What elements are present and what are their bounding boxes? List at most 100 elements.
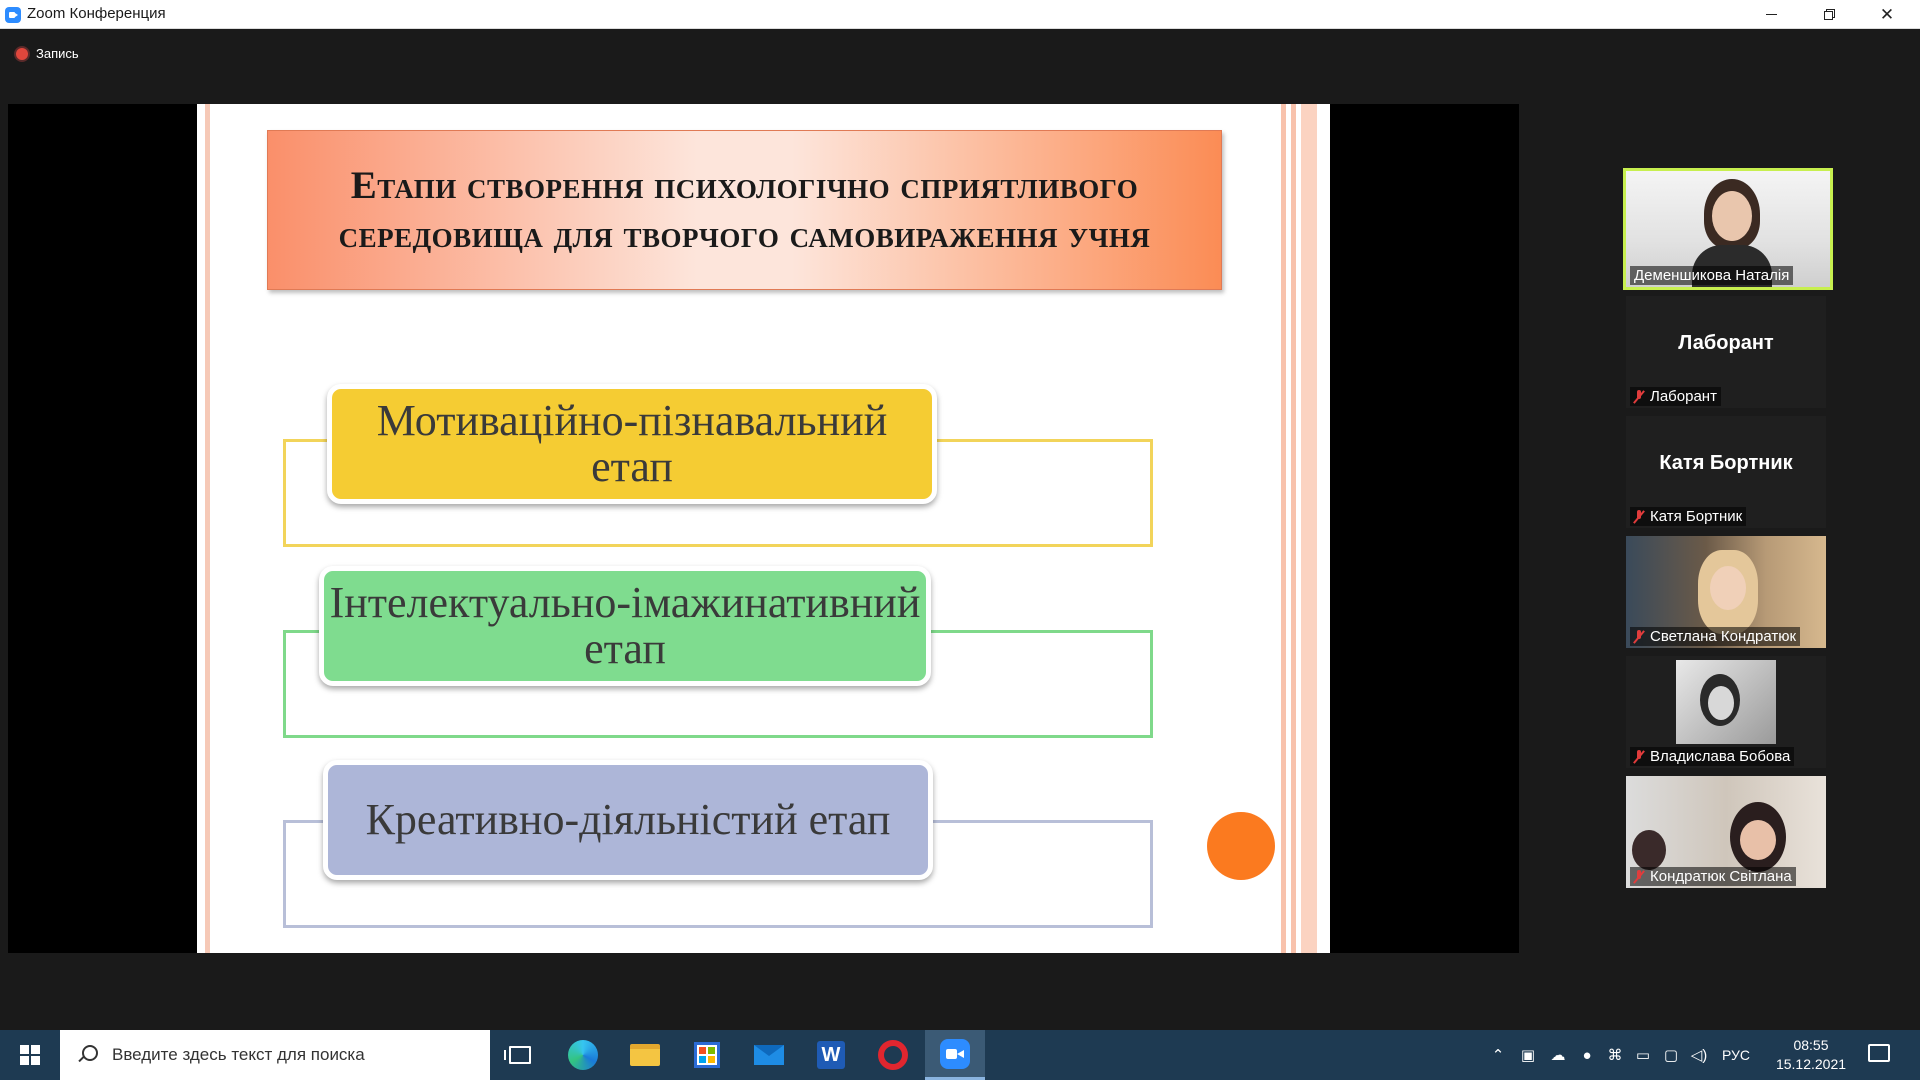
stage-label: Інтелектуально-імажинативний етап [329,578,921,673]
mic-muted-icon [1634,389,1644,404]
opera-icon [878,1040,908,1070]
stage-box-intellectual: Інтелектуально-імажинативний етап [319,566,931,686]
battery-button[interactable]: ▭ [1630,1030,1656,1080]
restore-button[interactable] [1800,0,1858,29]
participant-avatar-name: Лаборант [1678,332,1774,354]
mic-muted-icon [1634,869,1644,884]
participant-tile[interactable]: Лаборант Лаборант [1626,296,1826,408]
restore-icon [1823,9,1835,20]
participant-video [1710,566,1746,610]
show-hidden-icons-button[interactable]: ⌃ [1486,1030,1510,1080]
participant-name-label: Кондратюк Світлана [1630,867,1796,886]
participant-video [1712,191,1752,241]
participant-name-label: Катя Бортник [1630,507,1747,526]
meet-now-button[interactable]: ▣ [1515,1030,1541,1080]
search-icon [76,1044,98,1066]
decorative-circle [1207,812,1275,880]
slide-right-stripe [1301,104,1317,953]
language-indicator[interactable]: РУС [1718,1030,1754,1080]
participant-video [1632,830,1666,870]
shared-screen: Етапи створення психологічно сприятливог… [8,104,1519,953]
taskbar-search[interactable] [60,1030,490,1080]
task-view-button[interactable] [490,1030,550,1080]
windows-taskbar: W ⌃ ▣ ☁ ● ⌘ ▭ ▢ ◁) РУС 08:55 15.12.2021 [0,1030,1920,1080]
participant-name: Лаборант [1650,388,1717,405]
presentation-slide: Етапи створення психологічно сприятливог… [197,104,1330,953]
mic-muted-icon [1634,509,1644,524]
participant-video [1708,686,1734,720]
close-button[interactable]: ✕ [1858,0,1916,29]
notification-center-icon[interactable] [1868,1044,1890,1062]
network-button[interactable]: ⌘ [1602,1030,1628,1080]
start-button[interactable] [0,1030,60,1080]
mail-icon [754,1045,784,1065]
display-button[interactable]: ▢ [1658,1030,1684,1080]
file-explorer-button[interactable] [615,1030,675,1080]
volume-button[interactable]: ◁) [1686,1030,1712,1080]
minimize-icon [1765,14,1777,15]
edge-button[interactable] [553,1030,613,1080]
participant-avatar-name: Катя Бортник [1659,452,1793,474]
zoom-taskbar-button[interactable] [925,1030,985,1080]
participant-name: Деменшикова Наталія [1634,267,1790,284]
stage-label: Креативно-діяльністий етап [365,795,891,844]
slide-title-box: Етапи створення психологічно сприятливог… [267,130,1222,290]
zoom-app-icon [5,7,21,23]
window-title: Zoom Конференция [27,5,166,22]
mic-muted-icon [1634,749,1644,764]
participant-tile[interactable]: Кондратюк Світлана [1626,776,1826,888]
participant-name: Кондратюк Світлана [1650,868,1792,885]
chevron-up-icon: ⌃ [1491,1047,1505,1064]
speaker-icon: ◁) [1690,1047,1708,1064]
mail-button[interactable] [739,1030,799,1080]
slide-left-stripe [205,104,210,953]
search-input[interactable] [112,1045,472,1065]
recording-indicator[interactable]: Запись [16,46,79,61]
opera-button[interactable] [863,1030,923,1080]
language-label: РУС [1721,1047,1751,1063]
slide-title: Етапи створення психологічно сприятливог… [338,164,1151,256]
participant-tile[interactable]: Катя Бортник Катя Бортник [1626,416,1826,528]
slide-right-stripe [1281,104,1286,953]
participant-name-label: Лаборант [1630,387,1721,406]
stage-box-motivational: Мотиваційно-пізнавальний етап [327,384,937,504]
close-icon: ✕ [1879,4,1895,24]
onedrive-button[interactable]: ☁ [1544,1030,1572,1080]
participant-tile[interactable]: Владислава Бобова [1626,656,1826,768]
windows-logo-icon [20,1045,40,1065]
store-icon [694,1042,720,1068]
task-view-icon [504,1046,531,1064]
participant-name: Светлана Кондратюк [1650,628,1797,645]
edge-icon [568,1040,598,1070]
participant-name: Владислава Бобова [1650,748,1791,765]
minimize-button[interactable] [1742,0,1800,29]
slide-right-stripe [1291,104,1296,953]
microphone-button[interactable]: ● [1574,1030,1600,1080]
mic-muted-icon [1634,629,1644,644]
participant-video [1740,820,1776,860]
camera-icon: ▣ [1520,1047,1536,1064]
clock-date: 15.12.2021 [1775,1056,1847,1072]
recording-label: Запись [36,46,79,61]
folder-icon [630,1044,660,1066]
participant-name-label: Светлана Кондратюк [1630,627,1801,646]
stage-label: Мотиваційно-пізнавальний етап [376,396,888,491]
stage-box-creative: Креативно-діяльністий етап [323,760,933,880]
participant-name-label: Деменшикова Наталія [1630,266,1794,285]
participant-name: Катя Бортник [1650,508,1743,525]
taskbar-clock[interactable]: 08:55 15.12.2021 [1756,1036,1866,1074]
participant-tile[interactable]: Светлана Кондратюк [1626,536,1826,648]
store-button[interactable] [677,1030,737,1080]
participant-tile[interactable]: Деменшикова Наталія [1623,168,1833,290]
participant-name-label: Владислава Бобова [1630,747,1795,766]
zoom-icon [940,1038,970,1069]
network-icon: ⌘ [1607,1047,1623,1064]
monitor-icon: ▢ [1663,1047,1679,1064]
cloud-icon: ☁ [1550,1047,1566,1064]
window-titlebar: Zoom Конференция ✕ [0,0,1920,29]
record-dot-icon [16,47,28,60]
microphone-icon: ● [1582,1046,1592,1064]
clock-time: 08:55 [1793,1037,1829,1053]
word-icon: W [817,1041,845,1069]
word-button[interactable]: W [801,1030,861,1080]
